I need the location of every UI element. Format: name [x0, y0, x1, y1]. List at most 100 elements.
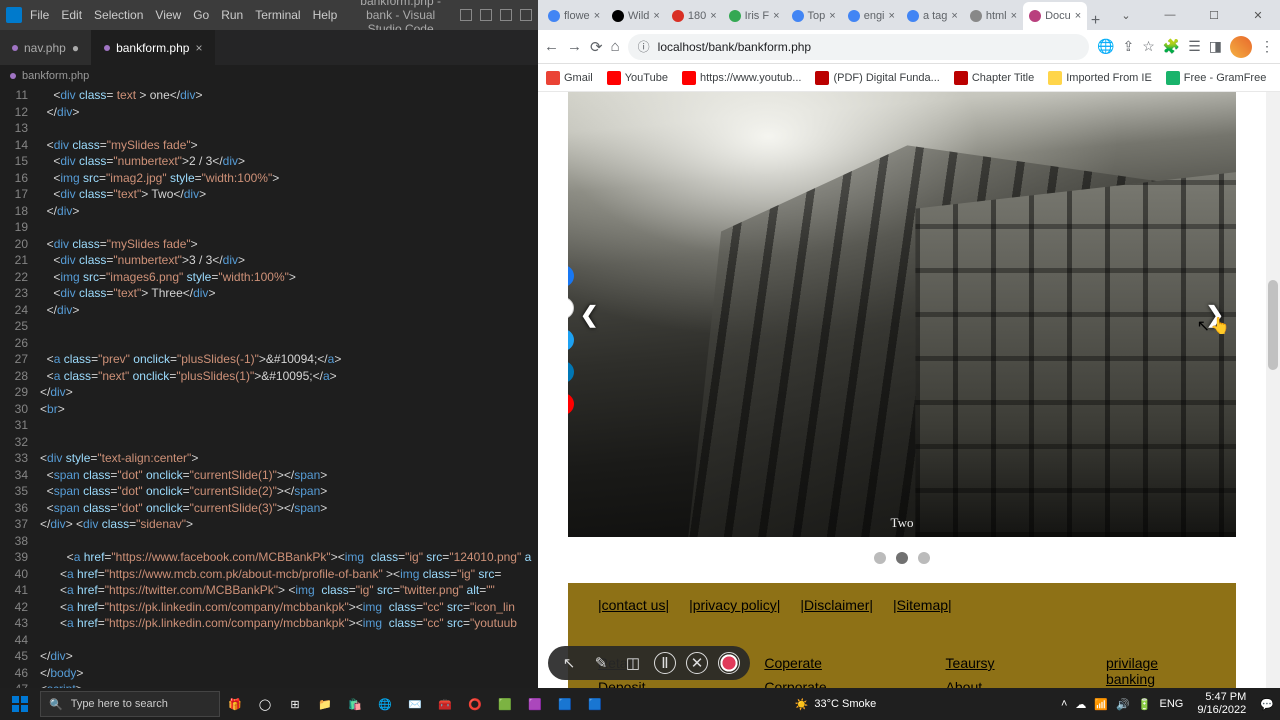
close-icon[interactable]: × — [773, 10, 779, 22]
chevron-down-icon[interactable]: ⌄ — [1104, 0, 1148, 30]
maximize-button[interactable]: ☐ — [1192, 0, 1236, 30]
bookmark-star-icon[interactable]: ☆ — [1142, 38, 1155, 55]
social-link[interactable]: f — [568, 265, 574, 287]
start-button[interactable] — [0, 696, 40, 712]
taskbar-weather[interactable]: ☀️ 33°C Smoke — [785, 698, 887, 711]
cursor-tool-icon[interactable]: ↖ — [558, 652, 580, 674]
pause-icon[interactable]: Ⅱ — [654, 652, 676, 674]
close-icon[interactable]: × — [195, 41, 202, 55]
vscode-taskbar-icon[interactable]: 🟦 — [580, 688, 610, 720]
reload-button[interactable]: ⟳ — [590, 38, 603, 56]
home-button[interactable]: ⌂ — [611, 38, 620, 55]
browser-tab[interactable]: 180 × — [666, 2, 723, 30]
browser-tab[interactable]: Iris F× — [723, 2, 786, 30]
footer-link[interactable]: |Sitemap| — [893, 597, 952, 613]
reading-list-icon[interactable]: ☰ — [1188, 38, 1201, 55]
close-button[interactable]: ✕ — [1236, 0, 1280, 30]
system-tray[interactable]: ˄ ☁ 📶 🔊 🔋 ENG 5:47 PM 9/16/2022 💬 — [1061, 691, 1280, 717]
browser-tab[interactable]: Top × — [786, 2, 842, 30]
app3-icon[interactable]: 🟦 — [550, 688, 580, 720]
taskview-icon[interactable]: ⊞ — [280, 688, 310, 720]
social-link[interactable]: in — [568, 361, 574, 383]
menu-selection[interactable]: Selection — [94, 8, 143, 22]
footer-col-header[interactable]: Teaursy — [946, 655, 1036, 671]
bookmark-item[interactable]: Chapter Title — [954, 71, 1034, 85]
edge-icon[interactable]: 🌐 — [370, 688, 400, 720]
page-scrollbar[interactable] — [1266, 92, 1280, 720]
dot-1[interactable] — [874, 552, 886, 564]
editor[interactable]: 11 12 13 14 15 16 17 18 19 20 21 22 23 2… — [0, 87, 538, 698]
footer-col-header[interactable]: privilage banking — [1106, 655, 1206, 687]
taskbar-clock[interactable]: 5:47 PM 9/16/2022 — [1191, 691, 1252, 717]
browser-tab[interactable]: Docu× — [1023, 2, 1087, 30]
panel-icon[interactable] — [500, 9, 512, 21]
dot-3[interactable] — [918, 552, 930, 564]
close-icon[interactable]: × — [889, 10, 895, 22]
menu-file[interactable]: File — [30, 8, 49, 22]
close-icon[interactable]: × — [1075, 10, 1081, 22]
bookmark-item[interactable]: Imported From IE — [1048, 71, 1152, 85]
social-link[interactable]: ▶ — [568, 393, 574, 415]
gift-icon[interactable]: 🎁 — [220, 688, 250, 720]
close-icon[interactable]: × — [829, 10, 835, 22]
mail-icon[interactable]: ✉️ — [400, 688, 430, 720]
split-icon[interactable] — [460, 9, 472, 21]
bookmark-item[interactable]: Free - GramFree — [1166, 71, 1267, 85]
chrome-icon[interactable]: ⭕ — [460, 688, 490, 720]
new-tab-button[interactable]: + — [1087, 12, 1104, 30]
browser-tab[interactable]: Wild× — [606, 2, 666, 30]
menu-go[interactable]: Go — [193, 8, 209, 22]
cancel-icon[interactable]: ✕ — [686, 652, 708, 674]
taskbar-search[interactable]: 🔍 Type here to search — [40, 691, 220, 717]
bookmark-item[interactable]: Gmail — [546, 71, 593, 85]
browser-tab[interactable]: engi× — [842, 2, 901, 30]
customize-icon[interactable] — [520, 9, 532, 21]
tray-chevron-icon[interactable]: ˄ — [1061, 698, 1067, 710]
kebab-menu-icon[interactable]: ⋮ — [1260, 38, 1274, 55]
footer-link[interactable]: |privacy policy| — [689, 597, 780, 613]
omnibox[interactable]: ⓘ localhost/bank/bankform.php — [628, 34, 1089, 60]
footer-link[interactable]: |Disclaimer| — [800, 597, 873, 613]
stop-record-icon[interactable] — [718, 652, 740, 674]
footer-col-header[interactable]: Coperate — [764, 655, 875, 671]
cortana-icon[interactable]: ◯ — [250, 688, 280, 720]
explorer-icon[interactable]: 📁 — [310, 688, 340, 720]
menu-help[interactable]: Help — [313, 8, 338, 22]
forward-button[interactable]: → — [567, 38, 582, 55]
devtools-icon[interactable]: 🧰 — [430, 688, 460, 720]
share-icon[interactable]: ⇪ — [1122, 38, 1134, 55]
bookmark-item[interactable]: https://www.youtub... — [682, 71, 802, 85]
close-icon[interactable]: × — [1011, 10, 1017, 22]
menu-edit[interactable]: Edit — [61, 8, 82, 22]
minimize-button[interactable]: — — [1148, 0, 1192, 30]
notifications-icon[interactable]: 💬 — [1260, 698, 1274, 711]
dot-2[interactable] — [896, 552, 908, 564]
tab-nav.php[interactable]: nav.php● — [0, 30, 92, 65]
close-icon[interactable]: × — [653, 10, 659, 22]
volume-icon[interactable]: 🔊 — [1116, 698, 1130, 711]
menu-view[interactable]: View — [155, 8, 181, 22]
menu-terminal[interactable]: Terminal — [255, 8, 300, 22]
sidepanel-icon[interactable]: ◨ — [1209, 38, 1222, 55]
app1-icon[interactable]: 🟩 — [490, 688, 520, 720]
bookmark-item[interactable]: (PDF) Digital Funda... — [815, 71, 939, 85]
screen-recorder-toolbar[interactable]: ↖ ✎ ◫ Ⅱ ✕ — [548, 646, 750, 680]
language-indicator[interactable]: ENG — [1160, 698, 1184, 710]
onedrive-icon[interactable]: ☁ — [1075, 698, 1086, 711]
browser-tab[interactable]: a tag× — [901, 2, 964, 30]
close-icon[interactable]: × — [710, 10, 716, 22]
tab-bankform.php[interactable]: bankform.php× — [92, 30, 215, 65]
close-icon[interactable]: × — [594, 10, 600, 22]
breadcrumb[interactable]: bankform.php — [0, 65, 538, 87]
bookmark-item[interactable]: YouTube — [607, 71, 668, 85]
battery-icon[interactable]: 🔋 — [1138, 698, 1152, 711]
translate-icon[interactable]: 🌐 — [1097, 38, 1114, 55]
pencil-tool-icon[interactable]: ✎ — [590, 652, 612, 674]
eraser-tool-icon[interactable]: ◫ — [622, 652, 644, 674]
avatar[interactable] — [1230, 36, 1252, 58]
browser-tab[interactable]: html× — [964, 2, 1023, 30]
layout-icon[interactable] — [480, 9, 492, 21]
wifi-icon[interactable]: 📶 — [1094, 698, 1108, 711]
msstore-icon[interactable]: 🛍️ — [340, 688, 370, 720]
app2-icon[interactable]: 🟪 — [520, 688, 550, 720]
